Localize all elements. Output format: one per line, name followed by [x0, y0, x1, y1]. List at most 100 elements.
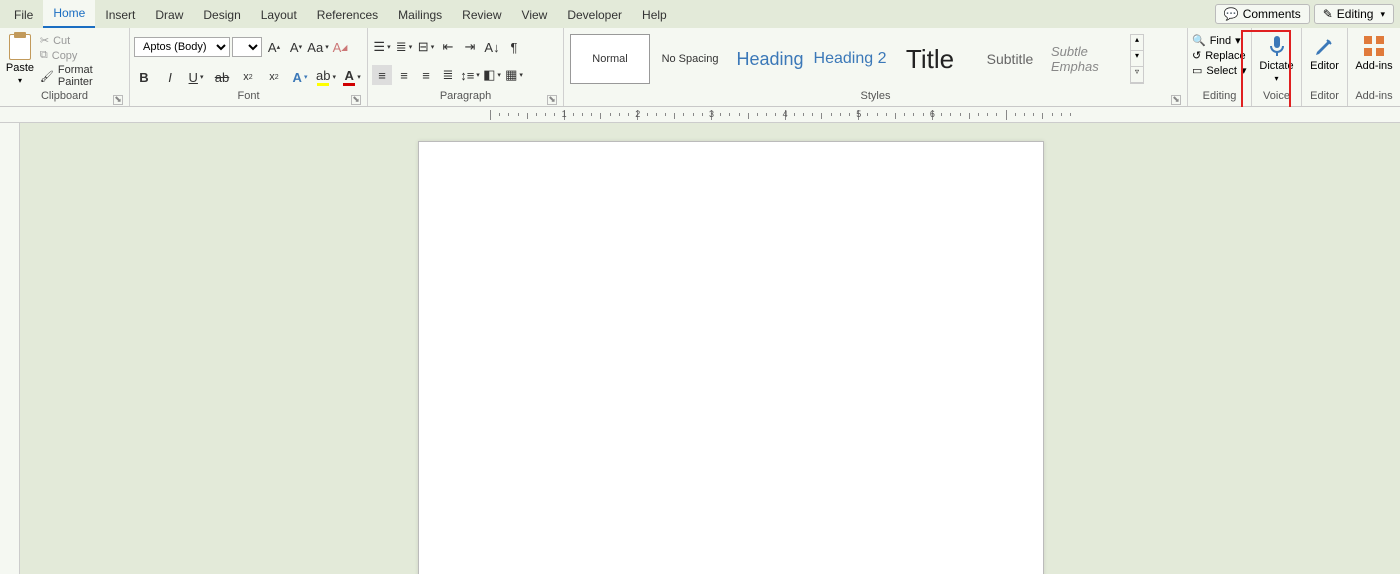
tab-file[interactable]: File: [4, 2, 43, 28]
select-label: Select: [1206, 65, 1237, 77]
style-no-spacing[interactable]: No Spacing: [650, 34, 730, 84]
clipboard-icon: [9, 34, 31, 60]
text-effects-button[interactable]: A▾: [290, 67, 310, 87]
style-subtitle[interactable]: Subtitle: [970, 34, 1050, 84]
document-page[interactable]: [418, 141, 1044, 574]
font-group-label: Font ⬊: [134, 90, 363, 106]
clipboard-launcher[interactable]: ⬊: [113, 95, 123, 105]
chevron-down-icon: ▾: [1235, 34, 1241, 47]
group-paragraph: ☰▾ ≣▾ ⊟▾ ⇤ ⇥ A↓ ¶ ≡ ≡ ≡ ≣ ↕≡▾ ◧▾ ▦▾ Para…: [368, 28, 564, 106]
pencil-icon: ✎: [1323, 7, 1333, 21]
style-title[interactable]: Title: [890, 34, 970, 84]
font-color-button[interactable]: A▾: [342, 67, 362, 87]
copy-button[interactable]: ⧉ Copy: [40, 49, 125, 62]
italic-button[interactable]: I: [160, 67, 180, 87]
styles-gallery[interactable]: Normal No Spacing Heading Heading 2 Titl…: [568, 30, 1146, 88]
group-editor: Editor Editor: [1302, 28, 1348, 106]
decrease-indent-button[interactable]: ⇤: [438, 37, 458, 57]
align-left-button[interactable]: ≡: [372, 65, 392, 85]
grid-icon: [1362, 34, 1386, 58]
shading-button[interactable]: ◧▾: [482, 65, 502, 85]
microphone-icon: [1265, 34, 1289, 58]
tab-mailings[interactable]: Mailings: [388, 2, 452, 28]
tab-help[interactable]: Help: [632, 2, 677, 28]
editing-mode-button[interactable]: ✎ Editing ▾: [1314, 4, 1394, 24]
shrink-font-button[interactable]: A▾: [286, 37, 306, 57]
tab-insert[interactable]: Insert: [95, 2, 145, 28]
clipboard-group-label: Clipboard ⬊: [4, 90, 125, 106]
paste-button[interactable]: Paste ▾: [4, 30, 36, 85]
show-marks-button[interactable]: ¶: [504, 37, 524, 57]
style-heading-2[interactable]: Heading 2: [810, 34, 890, 84]
cut-button[interactable]: ✂ Cut: [40, 34, 125, 47]
clear-formatting-button[interactable]: A◢: [330, 37, 350, 57]
group-addins: Add-ins Add-ins: [1348, 28, 1400, 106]
font-launcher[interactable]: ⬊: [351, 95, 361, 105]
gallery-up-icon[interactable]: ▴: [1131, 35, 1143, 51]
find-label: Find: [1210, 35, 1231, 47]
tab-references[interactable]: References: [307, 2, 388, 28]
horizontal-ruler[interactable]: [0, 107, 1400, 123]
comments-button[interactable]: 💬 Comments: [1215, 4, 1310, 24]
group-voice: Dictate ▾ Voice: [1252, 28, 1302, 106]
chevron-down-icon: ▾: [1274, 74, 1278, 83]
subscript-button[interactable]: x2: [238, 67, 258, 87]
style-normal[interactable]: Normal: [570, 34, 650, 84]
tab-design[interactable]: Design: [193, 2, 250, 28]
bold-button[interactable]: B: [134, 67, 154, 87]
tab-view[interactable]: View: [512, 2, 558, 28]
vertical-ruler[interactable]: [0, 123, 20, 574]
align-center-button[interactable]: ≡: [394, 65, 414, 85]
editor-label: Editor: [1310, 60, 1339, 72]
dictate-label: Dictate: [1259, 60, 1293, 72]
tab-home[interactable]: Home: [43, 0, 95, 28]
tab-developer[interactable]: Developer: [557, 2, 632, 28]
addins-label: Add-ins: [1355, 60, 1392, 72]
style-subtle-emphasis[interactable]: Subtle Emphas: [1050, 34, 1130, 84]
justify-button[interactable]: ≣: [438, 65, 458, 85]
dictate-button[interactable]: Dictate ▾: [1256, 30, 1297, 83]
line-spacing-button[interactable]: ↕≡▾: [460, 65, 480, 85]
ribbon: Paste ▾ ✂ Cut ⧉ Copy 🖌 Format Painter Cl: [0, 28, 1400, 107]
replace-button[interactable]: ↺ Replace: [1192, 49, 1247, 62]
tab-draw[interactable]: Draw: [145, 2, 193, 28]
multilevel-list-button[interactable]: ⊟▾: [416, 37, 436, 57]
font-name-select[interactable]: Aptos (Body): [134, 37, 230, 57]
copy-label: Copy: [52, 50, 78, 62]
superscript-button[interactable]: x2: [264, 67, 284, 87]
underline-button[interactable]: U▾: [186, 67, 206, 87]
borders-button[interactable]: ▦▾: [504, 65, 524, 85]
voice-group-label: Voice: [1256, 90, 1297, 106]
group-clipboard: Paste ▾ ✂ Cut ⧉ Copy 🖌 Format Painter Cl: [0, 28, 130, 106]
change-case-button[interactable]: Aa▾: [308, 37, 328, 57]
addins-button[interactable]: Add-ins: [1352, 30, 1396, 72]
replace-icon: ↺: [1192, 49, 1201, 62]
styles-group-label: Styles ⬊: [568, 90, 1183, 106]
ribbon-tabs: File Home Insert Draw Design Layout Refe…: [0, 0, 1400, 28]
bullets-button[interactable]: ☰▾: [372, 37, 392, 57]
gallery-down-icon[interactable]: ▾: [1131, 51, 1143, 67]
group-editing: 🔍 Find ▾ ↺ Replace ▭ Select ▾ Editing: [1188, 28, 1252, 106]
highlight-color-button[interactable]: ab▾: [316, 67, 336, 87]
numbering-button[interactable]: ≣▾: [394, 37, 414, 57]
grow-font-button[interactable]: A▴: [264, 37, 284, 57]
find-button[interactable]: 🔍 Find ▾: [1192, 34, 1247, 47]
styles-gallery-scroll[interactable]: ▴ ▾ ▿: [1130, 34, 1144, 84]
tab-layout[interactable]: Layout: [251, 2, 307, 28]
style-heading[interactable]: Heading: [730, 34, 810, 84]
strikethrough-button[interactable]: ab: [212, 67, 232, 87]
sort-button[interactable]: A↓: [482, 37, 502, 57]
font-size-select[interactable]: 11: [232, 37, 262, 57]
align-right-button[interactable]: ≡: [416, 65, 436, 85]
editor-button[interactable]: Editor: [1306, 30, 1343, 72]
chevron-down-icon: ▾: [1380, 9, 1385, 20]
paintbrush-icon: 🖌: [40, 70, 54, 83]
cursor-icon: ▭: [1192, 64, 1202, 77]
select-button[interactable]: ▭ Select ▾: [1192, 64, 1247, 77]
increase-indent-button[interactable]: ⇥: [460, 37, 480, 57]
paragraph-launcher[interactable]: ⬊: [547, 95, 557, 105]
gallery-more-icon[interactable]: ▿: [1131, 67, 1143, 83]
tab-review[interactable]: Review: [452, 2, 511, 28]
styles-launcher[interactable]: ⬊: [1171, 95, 1181, 105]
format-painter-button[interactable]: 🖌 Format Painter: [40, 64, 125, 88]
